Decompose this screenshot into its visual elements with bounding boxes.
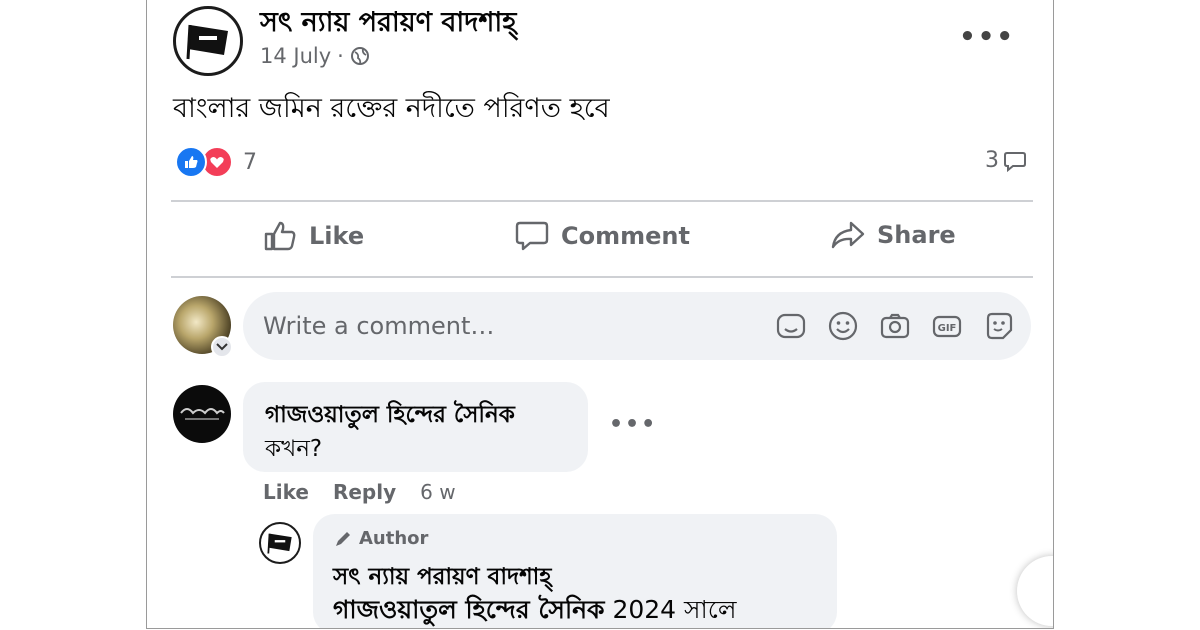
post-meta: 14 July · [260,44,370,68]
comment-actions: Like Reply 6 w [263,480,456,504]
like-label: Like [309,222,365,250]
comment-text: কখন? [265,436,323,462]
post-text: বাংলার জমিন রক্তের নদীতে পরিণত হবে [173,93,610,124]
svg-text:GIF: GIF [938,323,957,334]
reply-mention[interactable]: গাজওয়াতুল হিন্দের সৈনিক [333,595,605,624]
chevron-down-icon[interactable] [211,336,233,358]
globe-icon [350,47,369,65]
reaction-summary[interactable]: 7 [175,146,257,178]
comment-like-button[interactable]: Like [263,480,309,504]
gif-icon[interactable]: GIF [931,310,963,342]
divider [171,276,1033,278]
pen-icon [336,531,350,546]
avatar-sticker-icon[interactable] [983,310,1015,342]
emoji-icon[interactable] [827,310,859,342]
share-button[interactable]: Share [831,220,956,250]
like-reaction-icon [175,146,207,178]
reply-body: 2024 সালে [612,595,737,624]
post-date[interactable]: 14 July [260,44,331,68]
comment-input-placeholder: Write a comment… [263,312,495,340]
comment-bubble: গাজওয়াতুল হিন্দের সৈনিক কখন? [243,382,588,472]
comment-bubble-icon [1004,151,1026,172]
sticker-icon[interactable] [775,310,807,342]
flag-logo-icon [186,24,228,60]
share-icon [831,221,865,249]
thumbs-up-icon [264,221,296,251]
comment-reply-button[interactable]: Reply [333,480,396,504]
like-button[interactable]: Like [263,220,364,252]
reply-author-avatar[interactable] [259,522,301,564]
comment-button[interactable]: Comment [515,220,690,252]
camera-icon[interactable] [879,310,911,342]
reply-text: গাজওয়াতুল হিন্দের সৈনিক 2024 সালে [333,590,737,628]
floating-action-button[interactable] [1017,556,1053,626]
comment-age[interactable]: 6 w [420,480,455,504]
comment-count[interactable]: 3 [985,148,1027,173]
comment-input[interactable]: Write a comment… GIF [243,292,1031,360]
comment-tools: GIF [775,310,1015,342]
reaction-count: 7 [243,149,257,175]
divider [171,200,1033,202]
reply-bubble: Author সৎ ন্যায় পরায়ণ বাদশাহ্ গাজওয়াত… [313,514,837,628]
page-avatar[interactable] [173,6,243,76]
comment-icon [515,221,549,251]
calligraphy-logo-icon [180,408,225,420]
meta-separator: · [337,44,344,68]
flag-logo-icon [267,533,292,554]
page-name[interactable]: সৎ ন্যায় পরায়ণ বাদশাহ্ [260,2,516,47]
comment-options-icon[interactable]: ••• [609,412,657,437]
comment-count-value: 3 [985,148,999,173]
comment-label: Comment [561,222,690,250]
facebook-post: সৎ ন্যায় পরায়ণ বাদশাহ্ 14 July · ••• ব… [146,0,1054,629]
post-options-icon[interactable]: ••• [959,22,1015,52]
author-badge-label: Author [359,528,429,549]
share-label: Share [877,221,956,249]
author-badge: Author [333,528,428,549]
commenter-avatar[interactable] [173,385,231,443]
